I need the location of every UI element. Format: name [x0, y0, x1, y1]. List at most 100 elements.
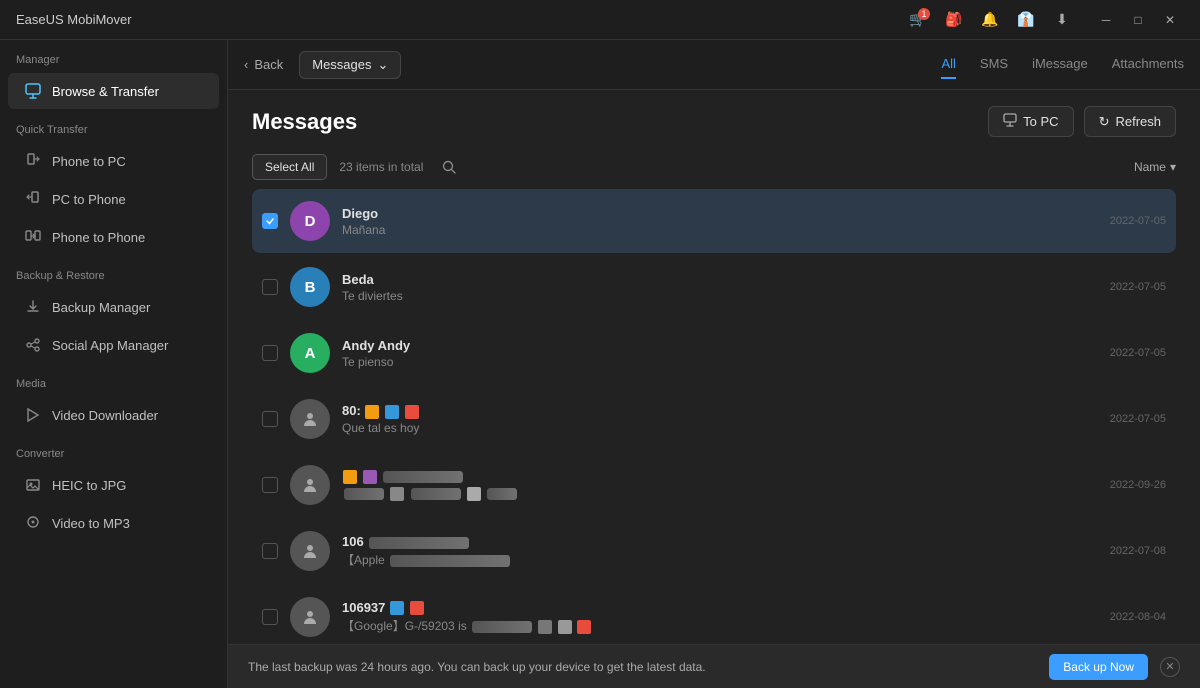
- sidebar-item-heic-to-jpg[interactable]: HEIC to JPG: [8, 467, 219, 503]
- blurred-sender: [383, 471, 463, 483]
- sender-beda: Beda: [342, 272, 1098, 287]
- message-item-106x[interactable]: 106 【Apple 2022-07-08: [252, 519, 1176, 583]
- color-block-b: [363, 470, 377, 484]
- download-icon[interactable]: ⬇: [1048, 6, 1076, 34]
- video-to-mp3-label: Video to MP3: [52, 516, 130, 531]
- to-pc-button[interactable]: To PC: [988, 106, 1073, 137]
- tab-attachments[interactable]: Attachments: [1112, 50, 1184, 79]
- checkbox-unknown1[interactable]: [262, 477, 278, 493]
- bag-icon[interactable]: 🎒: [940, 6, 968, 34]
- sidebar-item-phone-to-pc[interactable]: Phone to PC: [8, 143, 219, 179]
- sender-andy: Andy Andy: [342, 338, 1098, 353]
- date-106937: 2022-08-04: [1110, 611, 1166, 623]
- checkbox-diego[interactable]: [262, 213, 278, 229]
- minimize-button[interactable]: ─: [1092, 6, 1120, 34]
- messages-title: Messages: [252, 109, 357, 135]
- blurred-sender-106: [369, 537, 469, 549]
- select-all-button[interactable]: Select All: [252, 154, 327, 180]
- message-item-diego[interactable]: D Diego Mañana 2022-07-05: [252, 189, 1176, 253]
- refresh-icon: ↻: [1099, 114, 1110, 130]
- bell-icon[interactable]: 🔔: [976, 6, 1004, 34]
- color-block-3: [405, 405, 419, 419]
- sender-106937: 106937: [342, 600, 1098, 616]
- backup-section-label: Backup & Restore: [0, 256, 227, 288]
- converter-section-label: Converter: [0, 434, 227, 466]
- messages-actions: To PC ↻ Refresh: [988, 106, 1176, 137]
- backup-now-button[interactable]: Back up Now: [1049, 654, 1148, 680]
- message-info-diego: Diego Mañana: [342, 206, 1098, 237]
- checkbox-80x[interactable]: [262, 411, 278, 427]
- preview-beda: Te diviertes: [342, 289, 1098, 303]
- social-app-manager-label: Social App Manager: [52, 338, 168, 353]
- checkbox-andy[interactable]: [262, 345, 278, 361]
- message-info-andy: Andy Andy Te pienso: [342, 338, 1098, 369]
- date-diego: 2022-07-05: [1110, 215, 1166, 227]
- sidebar-item-video-to-mp3[interactable]: Video to MP3: [8, 505, 219, 541]
- checkbox-106937[interactable]: [262, 609, 278, 625]
- message-item-beda[interactable]: B Beda Te diviertes 2022-07-05: [252, 255, 1176, 319]
- manager-section-label: Manager: [0, 40, 227, 72]
- checkbox-106x[interactable]: [262, 543, 278, 559]
- app-title: EaseUS MobiMover: [16, 12, 132, 27]
- backup-manager-label: Backup Manager: [52, 300, 150, 315]
- preview-106x: 【Apple: [342, 551, 1098, 568]
- message-list: D Diego Mañana 2022-07-05 B Beda Te divi…: [228, 189, 1200, 644]
- message-item-unknown1[interactable]: 2022-09-26: [252, 453, 1176, 517]
- sidebar-item-pc-to-phone[interactable]: PC to Phone: [8, 181, 219, 217]
- preview-106937: 【Google】G-/59203 is: [342, 617, 1098, 634]
- title-bar: EaseUS MobiMover 🛒 1 🎒 🔔 👔 ⬇ ─ □ ✕: [0, 0, 1200, 40]
- maximize-button[interactable]: □: [1124, 6, 1152, 34]
- media-section-label: Media: [0, 364, 227, 396]
- main-layout: Manager Browse & Transfer Quick Transfer…: [0, 40, 1200, 688]
- sidebar: Manager Browse & Transfer Quick Transfer…: [0, 40, 228, 688]
- hanger-icon[interactable]: 👔: [1012, 6, 1040, 34]
- sidebar-item-video-downloader[interactable]: Video Downloader: [8, 397, 219, 433]
- message-item-80x[interactable]: 80: Que tal es hoy 2022-07-05: [252, 387, 1176, 451]
- tab-imessage[interactable]: iMessage: [1032, 50, 1088, 79]
- preview-80x: Que tal es hoy: [342, 421, 1098, 435]
- checkbox-beda[interactable]: [262, 279, 278, 295]
- to-pc-label: To PC: [1023, 114, 1058, 129]
- notification-icon[interactable]: 🛒 1: [904, 6, 932, 34]
- avatar-unknown1: [290, 465, 330, 505]
- tab-sms[interactable]: SMS: [980, 50, 1008, 79]
- top-nav: ‹ Back Messages ⌄ All SMS iMessage Attac…: [228, 40, 1200, 90]
- items-count: 23 items in total: [339, 160, 423, 174]
- refresh-button[interactable]: ↻ Refresh: [1084, 106, 1176, 137]
- sidebar-item-phone-to-phone[interactable]: Phone to Phone: [8, 219, 219, 255]
- date-80x: 2022-07-05: [1110, 413, 1166, 425]
- refresh-label: Refresh: [1115, 114, 1161, 129]
- content-area: ‹ Back Messages ⌄ All SMS iMessage Attac…: [228, 40, 1200, 688]
- back-button[interactable]: ‹ Back: [244, 57, 283, 72]
- sort-label: Name: [1134, 160, 1166, 174]
- close-button[interactable]: ✕: [1156, 6, 1184, 34]
- video-to-mp3-icon: [24, 514, 42, 532]
- messages-area: Messages To PC ↻ Refresh: [228, 90, 1200, 644]
- back-chevron-icon: ‹: [244, 57, 248, 72]
- pc-to-phone-label: PC to Phone: [52, 192, 126, 207]
- sidebar-item-social-app-manager[interactable]: Social App Manager: [8, 327, 219, 363]
- video-downloader-label: Video Downloader: [52, 408, 158, 423]
- close-notification-button[interactable]: ✕: [1160, 657, 1180, 677]
- dropdown-arrow-icon: ⌄: [378, 57, 389, 73]
- sidebar-item-browse-transfer[interactable]: Browse & Transfer: [8, 73, 219, 109]
- window-controls: ─ □ ✕: [1092, 6, 1184, 34]
- name-sort-button[interactable]: Name ▾: [1134, 160, 1176, 174]
- sidebar-item-backup-manager[interactable]: Backup Manager: [8, 289, 219, 325]
- message-item-andy[interactable]: A Andy Andy Te pienso 2022-07-05: [252, 321, 1176, 385]
- back-label: Back: [254, 57, 283, 72]
- search-button[interactable]: [435, 153, 463, 181]
- color-block-2: [385, 405, 399, 419]
- color-block-a: [343, 470, 357, 484]
- sender-unknown1: [342, 469, 1098, 485]
- preview-unknown1: [342, 486, 1098, 501]
- avatar-106x: [290, 531, 330, 571]
- phone-to-pc-icon: [24, 152, 42, 170]
- heic-to-jpg-icon: [24, 476, 42, 494]
- date-unknown1: 2022-09-26: [1110, 479, 1166, 491]
- tab-all[interactable]: All: [941, 50, 955, 79]
- avatar-beda: B: [290, 267, 330, 307]
- category-dropdown[interactable]: Messages ⌄: [299, 51, 401, 79]
- sender-80x: 80:: [342, 403, 1098, 419]
- message-item-106937[interactable]: 106937 【Google】G-/59203 is 2022-08-0: [252, 585, 1176, 644]
